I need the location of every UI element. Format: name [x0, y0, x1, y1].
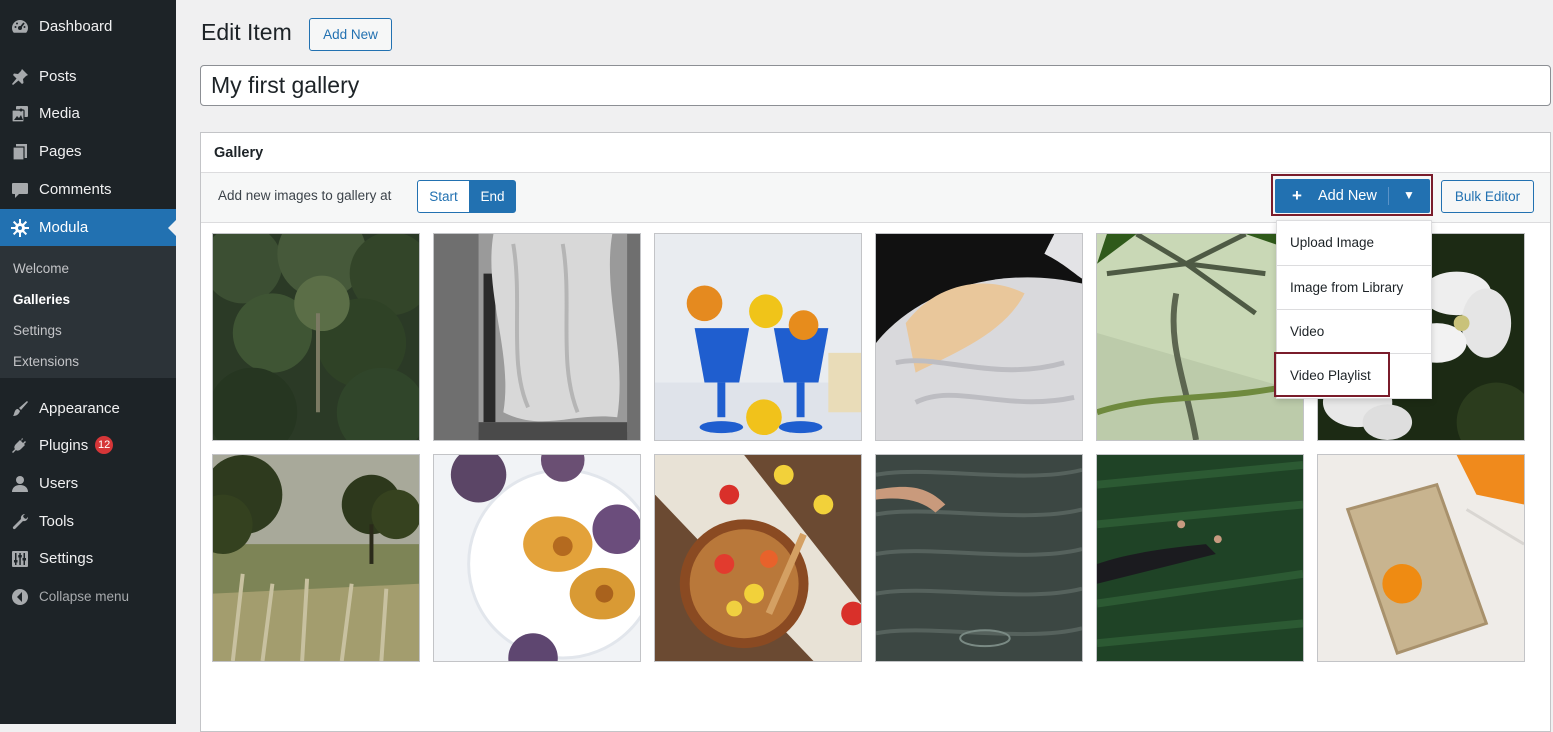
insert-position-start-toggle[interactable]: Start: [417, 180, 470, 213]
sidebar-item-users[interactable]: Users: [0, 465, 176, 503]
submenu-item-galleries[interactable]: Galleries: [13, 292, 70, 307]
sidebar-item-label: Modula: [39, 219, 89, 236]
sidebar-item-dashboard[interactable]: Dashboard: [0, 8, 176, 46]
insert-position-label: Add new images to gallery at: [218, 188, 392, 203]
sidebar-item-appearance[interactable]: Appearance: [0, 390, 176, 428]
wrench-icon: [10, 512, 30, 532]
sidebar-item-label: Media: [39, 105, 80, 122]
gallery-thumbnail-plums-plate[interactable]: [433, 454, 641, 662]
sidebar-item-label: Appearance: [39, 400, 120, 417]
gallery-title-input[interactable]: [200, 65, 1551, 106]
gallery-thumbnail-window-curtain[interactable]: [433, 233, 641, 441]
submenu-item-extensions[interactable]: Extensions: [13, 354, 79, 369]
sidebar-item-label: Plugins: [39, 437, 89, 454]
collapse-arrow-icon: [10, 587, 30, 607]
add-new-media-label: Add New: [1318, 188, 1377, 204]
sidebar-item-tools[interactable]: Tools: [0, 503, 176, 541]
pages-icon: [10, 142, 30, 162]
gallery-thumbnail-forest[interactable]: [212, 233, 420, 441]
sidebar-item-settings[interactable]: Settings: [0, 540, 176, 578]
add-new-item-button[interactable]: Add New: [309, 18, 392, 51]
sidebar-item-modula[interactable]: Modula: [0, 209, 176, 247]
menu-item-video[interactable]: Video: [1277, 309, 1431, 353]
button-separator: [1388, 187, 1389, 205]
sidebar-item-media[interactable]: Media: [0, 95, 176, 133]
gallery-thumbnail-grass-trees[interactable]: [212, 454, 420, 662]
gallery-thumbnail-book-orange[interactable]: [1317, 454, 1525, 662]
sidebar-item-label: Tools: [39, 513, 75, 530]
sidebar-item-posts[interactable]: Posts: [0, 58, 176, 96]
sidebar-item-label: Posts: [39, 68, 77, 85]
dropdown-caret-icon[interactable]: ▼: [1403, 188, 1415, 202]
sidebar-item-label: Dashboard: [39, 18, 113, 35]
page-title: Edit Item: [201, 19, 292, 45]
gear-icon: [10, 218, 30, 238]
gallery-thumbnail-bed-sheets[interactable]: [875, 233, 1083, 441]
gallery-thumbnail-palm-shadow[interactable]: [1096, 233, 1304, 441]
add-new-media-button[interactable]: + Add New ▼: [1275, 179, 1430, 213]
collapse-menu-button[interactable]: Collapse menu: [0, 578, 176, 616]
plug-icon: [10, 436, 30, 456]
video-playlist-highlight-box: [1274, 352, 1390, 397]
plugins-update-badge: 12: [95, 436, 114, 454]
menu-item-image-from-library[interactable]: Image from Library: [1277, 265, 1431, 309]
submenu-item-welcome[interactable]: Welcome: [13, 261, 69, 276]
admin-sidebar: Dashboard Posts Media Pages Comments Mod…: [0, 0, 176, 724]
sidebar-item-label: Users: [39, 475, 79, 492]
gallery-panel-heading: Gallery: [214, 145, 264, 161]
user-icon: [10, 474, 30, 494]
sidebar-item-plugins[interactable]: Plugins 12: [0, 427, 176, 465]
bulk-editor-button[interactable]: Bulk Editor: [1441, 180, 1534, 213]
gallery-thumbnail-person-grass[interactable]: [1096, 454, 1304, 662]
sidebar-item-label: Pages: [39, 143, 82, 160]
insert-position-end-toggle[interactable]: End: [469, 180, 516, 213]
brush-icon: [10, 399, 30, 419]
modula-submenu: Welcome Galleries Settings Extensions: [0, 246, 176, 378]
collapse-menu-label: Collapse menu: [39, 589, 130, 604]
comment-icon: [10, 180, 30, 200]
sidebar-item-comments[interactable]: Comments: [0, 171, 176, 209]
pin-icon: [10, 67, 30, 87]
menu-item-upload-image[interactable]: Upload Image: [1277, 221, 1431, 265]
plus-icon: +: [1292, 186, 1302, 205]
gallery-thumbnail-fruit-bowl[interactable]: [654, 454, 862, 662]
settings-sliders-icon: [10, 549, 30, 569]
gallery-thumbnail-hand-water[interactable]: [875, 454, 1083, 662]
sidebar-item-pages[interactable]: Pages: [0, 133, 176, 171]
gallery-thumbnail-blue-glasses-fruit[interactable]: [654, 233, 862, 441]
dashboard-icon: [10, 17, 30, 37]
media-icon: [10, 104, 30, 124]
sidebar-item-label: Settings: [39, 550, 94, 567]
submenu-item-settings[interactable]: Settings: [13, 323, 62, 338]
sidebar-item-label: Comments: [39, 181, 112, 198]
